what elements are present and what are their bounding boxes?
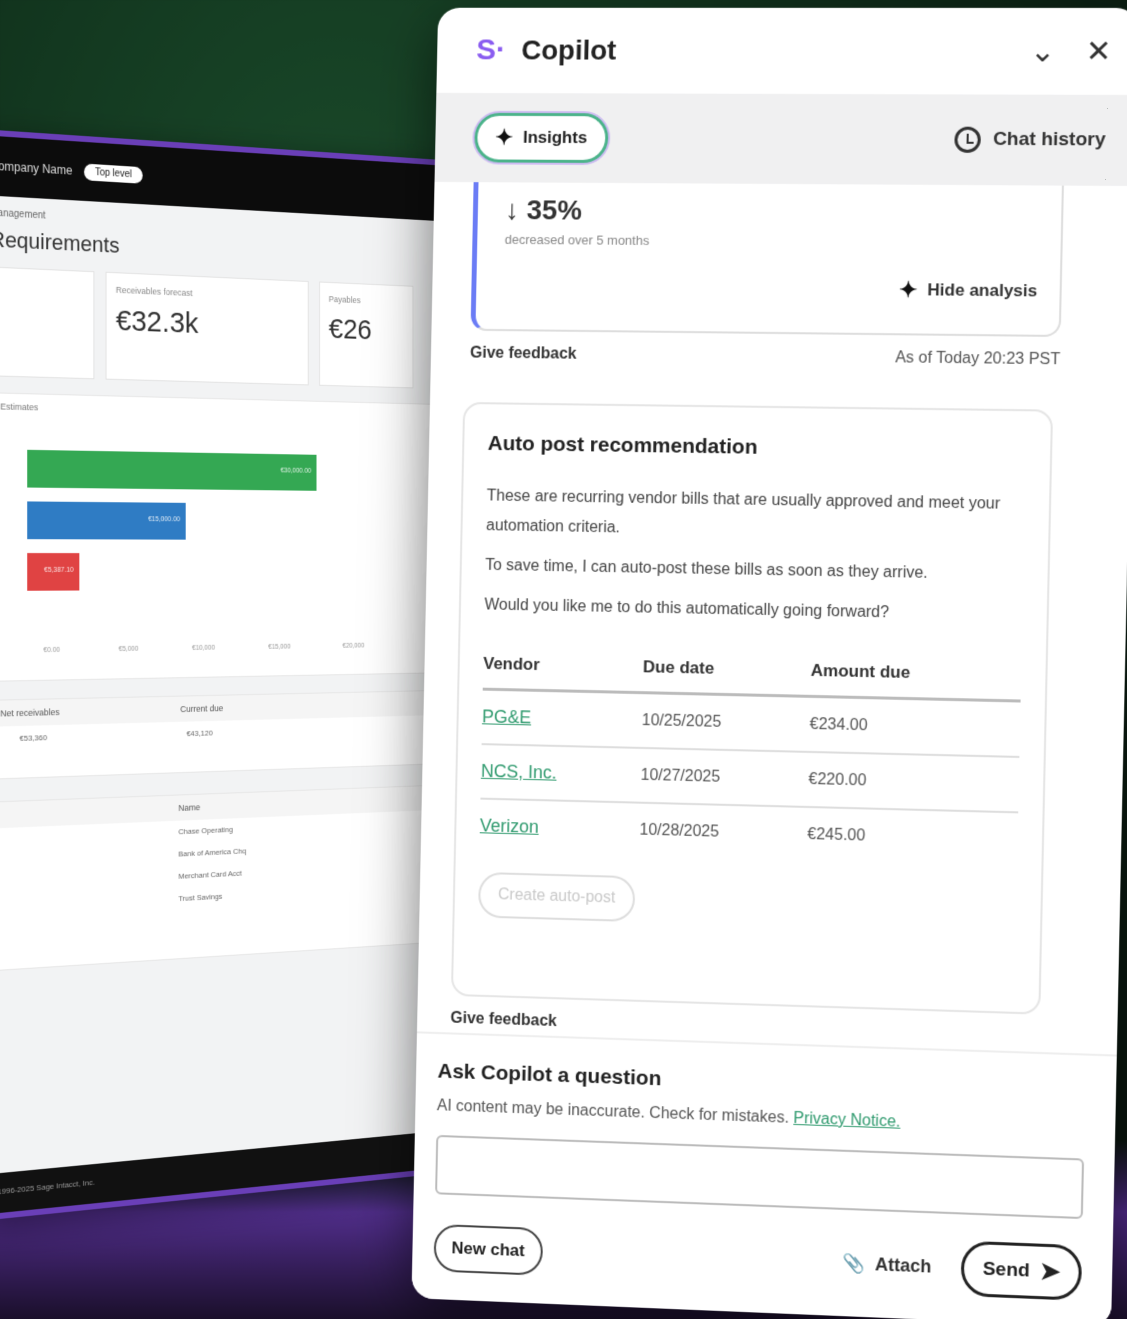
bar-label: €30,000.00 [280, 467, 312, 475]
timestamp: As of Today 20:23 PST [894, 349, 1061, 369]
trend-value: ↓ 35% [505, 194, 583, 226]
copilot-tabs: ✦ Insights Chat history [434, 92, 1127, 187]
vendor-link[interactable]: NCS, Inc. [481, 761, 557, 783]
kpi-value [0, 290, 84, 294]
chart-bar: €15,000.00 [27, 501, 186, 540]
disclaimer: AI content may be inaccurate. Check for … [437, 1097, 1085, 1138]
due-date-cell: 10/27/2025 [640, 747, 810, 807]
estimates-chart: Estimates €30,000.00 €15,000.00 €5,387.1… [0, 392, 440, 682]
kpi-value: €26 [328, 313, 372, 346]
analysis-meta: Give feedback As of Today 20:23 PST [470, 345, 1061, 370]
due-date-cell: 10/25/2025 [641, 692, 811, 752]
copilot-header: S· Copilot ⌄ ✕ [436, 8, 1127, 95]
disclaimer-text: AI content may be inaccurate. Check for … [436, 1097, 790, 1127]
axis-tick: €5,000 [118, 645, 139, 653]
new-chat-button[interactable]: New chat [433, 1223, 543, 1276]
receivables-panel: Net receivables Current due €53,360 €43,… [0, 689, 440, 780]
column-header: Amount due [810, 650, 1022, 702]
ask-section: Ask Copilot a question AI content may be… [411, 1031, 1117, 1319]
recommendation-question: Would you like me to do this automatical… [484, 596, 890, 622]
kpi-row: Receivables forecast €32.3k Payables €26 [0, 266, 448, 389]
amount-cell: €234.00 [809, 696, 1021, 757]
vendor-link[interactable]: PG&E [482, 706, 531, 727]
copilot-body: ↓ 35% decreased over 5 months ✦ Hide ana… [417, 182, 1127, 1050]
question-input[interactable] [435, 1134, 1085, 1220]
vendor-link[interactable]: Verizon [480, 815, 539, 836]
kpi-card-receivables: Receivables forecast €32.3k [105, 271, 309, 386]
kpi-card [0, 266, 95, 380]
send-button[interactable]: Send ➤ [960, 1240, 1083, 1301]
kpi-label: Receivables forecast [115, 284, 193, 298]
axis-tick: €10,000 [192, 644, 215, 652]
close-icon[interactable]: ✕ [1086, 34, 1112, 69]
kpi-value: €32.3k [115, 304, 199, 340]
chart-bar: €5,387.10 [27, 553, 80, 591]
vendor-cell: NCS, Inc. [480, 744, 642, 803]
column-header: Current due [180, 703, 224, 715]
recommendation-text: These are recurring vendor bills that ar… [485, 487, 1001, 537]
chart-bar: €30,000.00 [27, 449, 317, 491]
copilot-logo-icon: S· [476, 33, 507, 67]
chevron-down-icon[interactable]: ⌄ [1030, 34, 1056, 69]
vendor-cell: Verizon [479, 799, 640, 857]
background-dashboard: Company Name Top level Management Requir… [0, 135, 448, 1215]
column-header: Due date [642, 647, 812, 697]
paperclip-icon: 📎 [842, 1252, 866, 1274]
ask-actions: New chat 📎 Attach Send ➤ [433, 1220, 1083, 1301]
recommendation-text: To save time, I can auto-post these bill… [485, 556, 928, 582]
sparkle-icon: ✦ [898, 277, 918, 303]
copilot-panel: S· Copilot ⌄ ✕ ✦ Insights Chat history ↓… [411, 7, 1127, 1319]
bank-accounts-panel: Name Chase Operating Bank of America Chq… [0, 784, 440, 972]
privacy-notice-link[interactable]: Privacy Notice. [793, 1110, 900, 1131]
hide-analysis-label: Hide analysis [927, 280, 1038, 301]
kpi-label: Payables [328, 294, 361, 306]
chat-history-label: Chat history [992, 128, 1106, 151]
copilot-title: Copilot [521, 34, 617, 66]
recommendation-card: Auto post recommendation These are recur… [450, 401, 1054, 1015]
axis-tick: €15,000 [268, 643, 291, 651]
vendor-table: Vendor Due date Amount due PG&E 10/25/20… [479, 644, 1022, 867]
hide-analysis-button[interactable]: ✦ Hide analysis [899, 277, 1038, 304]
chart-title: Estimates [0, 401, 39, 413]
column-header: Vendor [482, 644, 644, 693]
column-header: Net receivables [0, 707, 60, 719]
table-cell: €43,120 [186, 728, 213, 739]
kpi-label [0, 280, 84, 284]
send-label: Send [982, 1258, 1030, 1282]
axis-tick: €0.00 [43, 646, 61, 655]
amount-cell: €245.00 [807, 825, 866, 845]
analysis-card: ↓ 35% decreased over 5 months ✦ Hide ana… [470, 182, 1064, 338]
create-auto-post-button[interactable]: Create auto-post [477, 871, 636, 923]
table-cell: €53,360 [19, 733, 48, 743]
sparkle-icon: ✦ [494, 124, 514, 150]
clock-icon [954, 126, 982, 153]
vendor-cell: PG&E [481, 689, 643, 748]
tab-insights[interactable]: ✦ Insights [474, 112, 609, 164]
recommendation-title: Auto post recommendation [487, 432, 758, 459]
chat-history-button[interactable]: Chat history [954, 126, 1106, 154]
send-arrow-icon: ➤ [1039, 1257, 1061, 1286]
amount-cell: €220.00 [807, 751, 1020, 813]
trend-subtitle: decreased over 5 months [504, 231, 650, 248]
company-name[interactable]: Company Name [0, 159, 72, 178]
bar-label: €15,000.00 [148, 516, 181, 524]
due-date-cell: 10/28/2025 [639, 821, 720, 841]
attach-label: Attach [874, 1254, 932, 1277]
bar-label: €5,387.10 [44, 566, 74, 574]
axis-tick: €20,000 [342, 642, 365, 650]
kpi-card-payables: Payables €26 [319, 281, 414, 389]
attach-button[interactable]: 📎 Attach [842, 1253, 931, 1278]
tab-insights-label: Insights [522, 127, 588, 148]
level-selector[interactable]: Top level [83, 163, 143, 184]
give-feedback-link[interactable]: Give feedback [470, 345, 577, 364]
ask-title: Ask Copilot a question [437, 1059, 662, 1091]
